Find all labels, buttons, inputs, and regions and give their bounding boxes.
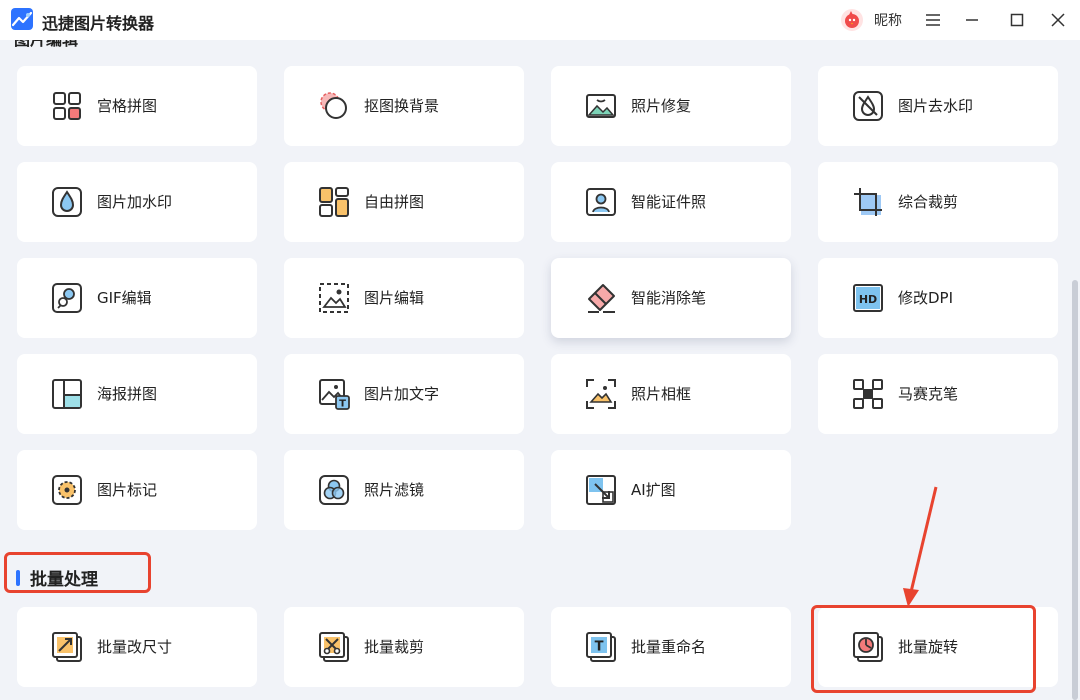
tool-card-poster-collage[interactable]: 海报拼图 [17, 354, 257, 434]
tool-label: 图片加文字 [364, 385, 440, 403]
menu-button[interactable] [921, 8, 945, 32]
tool-label: 图片加水印 [97, 193, 173, 211]
tool-label: 宫格拼图 [97, 97, 158, 115]
tool-card-hd-dpi[interactable]: HD 修改DPI [818, 258, 1058, 338]
tools-panel: 图片编辑 宫格拼图 抠图换背景 照片修复 图片去水印 [0, 40, 1080, 700]
tool-label: 批量重命名 [631, 638, 707, 656]
tool-label: 批量改尺寸 [97, 638, 173, 656]
tool-card-crop[interactable]: 综合裁剪 [818, 162, 1058, 242]
tool-card-add-watermark[interactable]: 图片加水印 [17, 162, 257, 242]
tool-label: 海报拼图 [97, 385, 158, 403]
tool-label: 图片标记 [97, 481, 158, 499]
tool-label: 修改DPI [898, 289, 954, 307]
app-logo-icon [11, 8, 33, 30]
batch-resize-icon [52, 632, 82, 662]
tool-label: 综合裁剪 [898, 193, 959, 211]
tool-card-eraser-pen[interactable]: 智能消除笔 [551, 258, 791, 338]
poster-collage-icon [52, 379, 82, 409]
tool-card-photo-filter[interactable]: 照片滤镜 [284, 450, 524, 530]
tool-label: 照片滤镜 [364, 481, 425, 499]
minimize-icon [966, 19, 978, 21]
add-text-icon: T [319, 379, 350, 410]
section-title-image-edit: 图片编辑 [14, 40, 78, 50]
tool-card-photo-repair[interactable]: 照片修复 [551, 66, 791, 146]
highlight-box-batch-title [4, 552, 151, 593]
tool-card-id-photo[interactable]: 智能证件照 [551, 162, 791, 242]
tool-card-batch-resize[interactable]: 批量改尺寸 [17, 607, 257, 687]
photo-filter-icon [319, 475, 349, 505]
highlight-box-batch-rotate [811, 605, 1036, 693]
remove-watermark-icon [853, 91, 883, 121]
app-title: 迅捷图片转换器 [42, 14, 155, 33]
svg-text:T: T [339, 399, 346, 410]
tool-card-image-mark[interactable]: 图片标记 [17, 450, 257, 530]
nickname-link[interactable]: 昵称 [874, 10, 902, 30]
maximize-icon [1010, 13, 1024, 27]
tool-label: 智能证件照 [631, 193, 707, 211]
menu-icon [926, 14, 940, 26]
photo-repair-icon [586, 94, 616, 118]
tool-card-remove-watermark[interactable]: 图片去水印 [818, 66, 1058, 146]
crop-icon [854, 188, 882, 216]
maximize-button[interactable] [1005, 8, 1029, 32]
cutout-icon [320, 92, 347, 119]
tool-label: 照片修复 [631, 97, 692, 115]
tool-label: 马赛克笔 [898, 385, 959, 403]
tool-card-mosaic[interactable]: 马赛克笔 [818, 354, 1058, 434]
svg-text:T: T [595, 640, 604, 655]
tool-card-batch-crop[interactable]: 批量裁剪 [284, 607, 524, 687]
svg-text:HD: HD [859, 293, 877, 306]
scrollbar[interactable] [1072, 280, 1078, 700]
avatar[interactable] [840, 8, 864, 32]
free-collage-icon [319, 187, 349, 217]
batch-rename-icon: T [586, 632, 616, 662]
tool-card-free-collage[interactable]: 自由拼图 [284, 162, 524, 242]
tool-label: 抠图换背景 [364, 97, 440, 115]
title-bar: 迅捷图片转换器 昵称 [0, 0, 1080, 40]
tool-label: AI扩图 [631, 481, 676, 499]
batch-crop-icon [319, 632, 349, 662]
image-edit-icon [319, 283, 349, 313]
close-icon [1051, 13, 1065, 27]
tool-label: 自由拼图 [364, 193, 425, 211]
tool-label: 智能消除笔 [631, 289, 707, 307]
tool-card-cutout[interactable]: 抠图换背景 [284, 66, 524, 146]
tool-label: 照片相框 [631, 385, 692, 403]
grid-collage-icon [53, 92, 81, 120]
tool-card-grid-collage[interactable]: 宫格拼图 [17, 66, 257, 146]
tool-card-photo-frame[interactable]: 照片相框 [551, 354, 791, 434]
tool-card-batch-rename[interactable]: T 批量重命名 [551, 607, 791, 687]
hd-dpi-icon: HD [853, 284, 883, 312]
gif-edit-icon [52, 283, 82, 313]
tool-label: GIF编辑 [97, 289, 152, 307]
mosaic-icon [853, 379, 883, 409]
ai-expand-icon [586, 475, 616, 505]
tool-card-gif-edit[interactable]: GIF编辑 [17, 258, 257, 338]
eraser-pen-icon [588, 284, 615, 313]
tool-card-ai-expand[interactable]: AI扩图 [551, 450, 791, 530]
tool-card-add-text[interactable]: T 图片加文字 [284, 354, 524, 434]
tool-label: 批量裁剪 [364, 638, 425, 656]
minimize-button[interactable] [960, 8, 984, 32]
tool-label: 图片编辑 [364, 289, 425, 307]
tool-label: 图片去水印 [898, 97, 974, 115]
add-watermark-icon [52, 187, 82, 217]
photo-frame-icon [586, 379, 616, 409]
image-mark-icon [52, 475, 82, 505]
tool-card-image-edit[interactable]: 图片编辑 [284, 258, 524, 338]
close-button[interactable] [1046, 8, 1070, 32]
id-photo-icon [586, 188, 616, 216]
